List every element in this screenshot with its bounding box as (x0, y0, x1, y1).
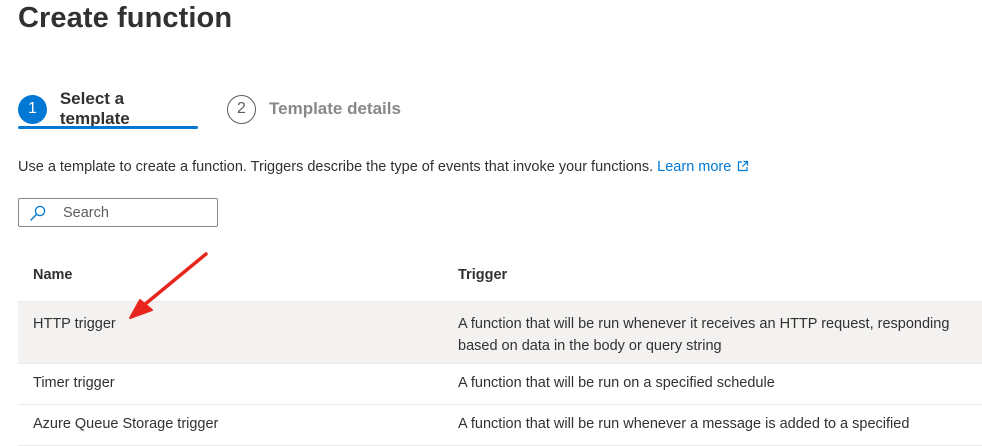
row-name: Azure Queue Storage trigger (33, 416, 219, 432)
row-name: HTTP trigger (33, 316, 116, 332)
step-select-template[interactable]: 1 Select a template (18, 89, 198, 128)
search-box[interactable] (18, 198, 218, 227)
active-step-indicator (18, 126, 198, 129)
description: Use a template to create a function. Tri… (18, 159, 749, 176)
learn-more-label: Learn more (657, 159, 732, 175)
templates-table: Name Trigger HTTP trigger A function tha… (18, 246, 982, 446)
step-number-badge: 1 (18, 94, 47, 124)
row-name: Timer trigger (33, 375, 115, 391)
table-row[interactable]: Azure Queue Storage trigger A function t… (18, 405, 982, 446)
row-trigger-description: A function that will be run whenever it … (458, 316, 950, 354)
column-header-trigger[interactable]: Trigger (458, 264, 978, 286)
external-link-icon (737, 160, 749, 176)
search-input[interactable] (63, 199, 213, 226)
page-title: Create function (18, 2, 233, 34)
step-number-badge: 2 (227, 94, 256, 124)
search-icon (29, 205, 47, 226)
step-label: Select a template (59, 89, 130, 128)
table-row[interactable]: HTTP trigger A function that will be run… (18, 302, 982, 364)
step-label: Template details (269, 99, 401, 118)
table-header: Name Trigger (18, 246, 982, 302)
row-trigger-description: A function that will be run on a specifi… (458, 375, 775, 391)
learn-more-link[interactable]: Learn more (657, 159, 749, 175)
column-header-name[interactable]: Name (33, 264, 433, 286)
row-trigger-description: A function that will be run whenever a m… (458, 416, 910, 432)
step-template-details[interactable]: 2 Template details (227, 91, 417, 127)
description-text: Use a template to create a function. Tri… (18, 159, 654, 175)
table-row[interactable]: Timer trigger A function that will be ru… (18, 364, 982, 405)
